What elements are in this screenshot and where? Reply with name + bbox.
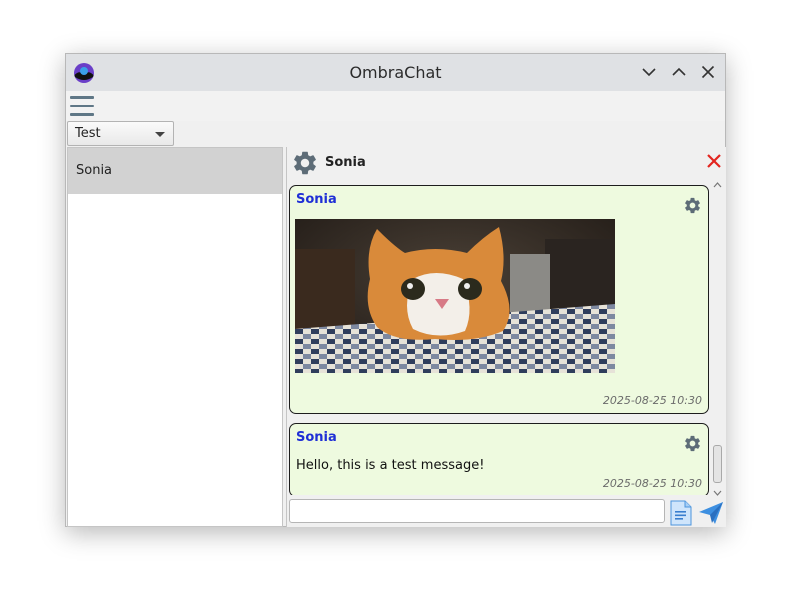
message-timestamp: 2025-08-25 10:30 [602,477,702,490]
app-window: OmbraChat Test Sonia Sonia Sonia 2025-08… [65,53,726,527]
close-icon[interactable] [699,63,717,81]
chevron-down-icon [155,132,165,137]
message-bubble: Sonia Hello, this is a test message! 202… [289,423,709,495]
minimize-icon[interactable] [640,63,658,81]
title-bar[interactable]: OmbraChat [66,54,725,91]
menu-bar [66,91,725,121]
message-text: Hello, this is a test message! [296,458,485,473]
message-bubble: Sonia 2025-08-25 10:30 [289,185,709,414]
message-timestamp: 2025-08-25 10:30 [602,394,702,407]
message-sender: Sonia [296,430,337,445]
send-icon[interactable] [698,501,724,525]
chat-title: Sonia [325,155,366,170]
maximize-icon[interactable] [670,63,688,81]
scrollbar-thumb[interactable] [713,445,722,483]
message-image[interactable] [295,219,615,373]
message-settings-gear-icon[interactable] [683,196,702,215]
message-scrollbar[interactable] [711,181,724,497]
message-sender: Sonia [296,192,337,207]
hamburger-menu-icon[interactable] [70,96,94,116]
contact-name: Sonia [76,163,113,178]
account-selector-value: Test [75,126,101,141]
message-input-bar [287,497,726,527]
scroll-down-icon[interactable] [713,489,722,497]
message-input[interactable] [289,499,665,523]
message-list: Sonia 2025-08-25 10:30 Sonia Hello, this… [289,183,709,495]
chat-header: Sonia [287,147,726,179]
scroll-up-icon[interactable] [713,181,722,189]
contact-item[interactable]: Sonia [68,148,282,194]
window-title: OmbraChat [349,63,442,82]
chat-settings-gear-icon[interactable] [291,149,319,177]
message-settings-gear-icon[interactable] [683,434,702,453]
chat-panel: Sonia Sonia 2025-08-25 10:30 Sonia Hello… [286,147,726,527]
contact-list: Sonia [67,147,283,527]
close-chat-icon[interactable] [706,153,722,169]
attach-file-icon[interactable] [670,500,692,526]
account-selector[interactable]: Test [67,121,174,146]
